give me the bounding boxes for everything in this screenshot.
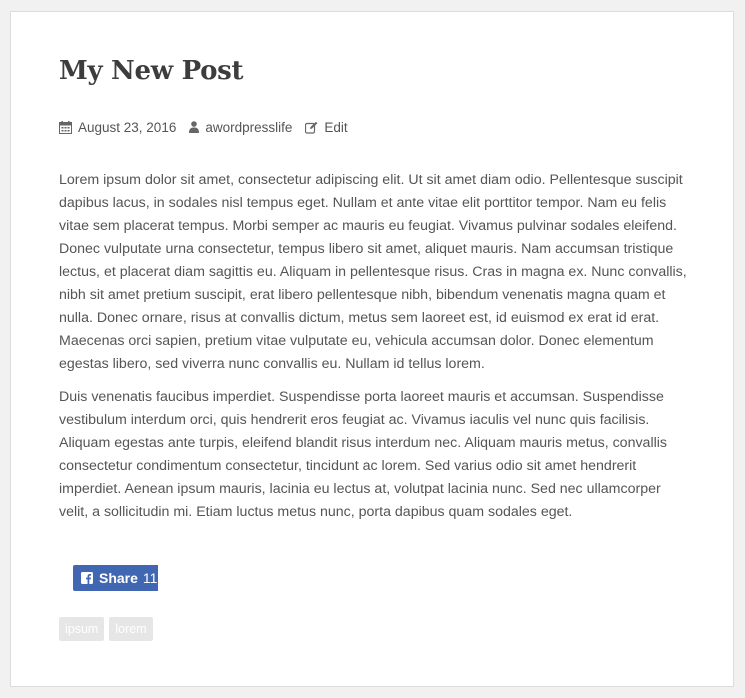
post-title: My New Post [59, 56, 244, 86]
user-icon [189, 121, 200, 133]
post-card: My New Post August 23, 2016 awordpressli… [10, 11, 734, 687]
facebook-share-button[interactable]: Share 11 [73, 565, 158, 591]
facebook-icon [81, 572, 93, 584]
share-count: 11 [142, 570, 158, 586]
edit-link[interactable]: Edit [305, 120, 348, 135]
post-meta: August 23, 2016 awordpresslife Edit [59, 117, 361, 137]
edit-icon [305, 121, 318, 134]
edit-link-label[interactable]: Edit [324, 120, 347, 135]
tag-ipsum[interactable]: ipsum [59, 617, 105, 641]
post-paragraph: Lorem ipsum dolor sit amet, consectetur … [59, 172, 687, 372]
post-content: Lorem ipsum dolor sit amet, consectetur … [59, 169, 687, 534]
post-paragraph: Duis venenatis faucibus imperdiet. Suspe… [59, 389, 667, 520]
post-date-link[interactable]: August 23, 2016 [78, 120, 176, 135]
share-label: Share [99, 570, 138, 586]
post-tags: ipsum lorem [59, 617, 158, 641]
post-author[interactable]: awordpresslife [189, 120, 292, 135]
post-author-link[interactable]: awordpresslife [205, 120, 292, 135]
calendar-icon [59, 120, 72, 134]
tag-lorem[interactable]: lorem [109, 617, 153, 641]
post-date[interactable]: August 23, 2016 [59, 120, 176, 135]
